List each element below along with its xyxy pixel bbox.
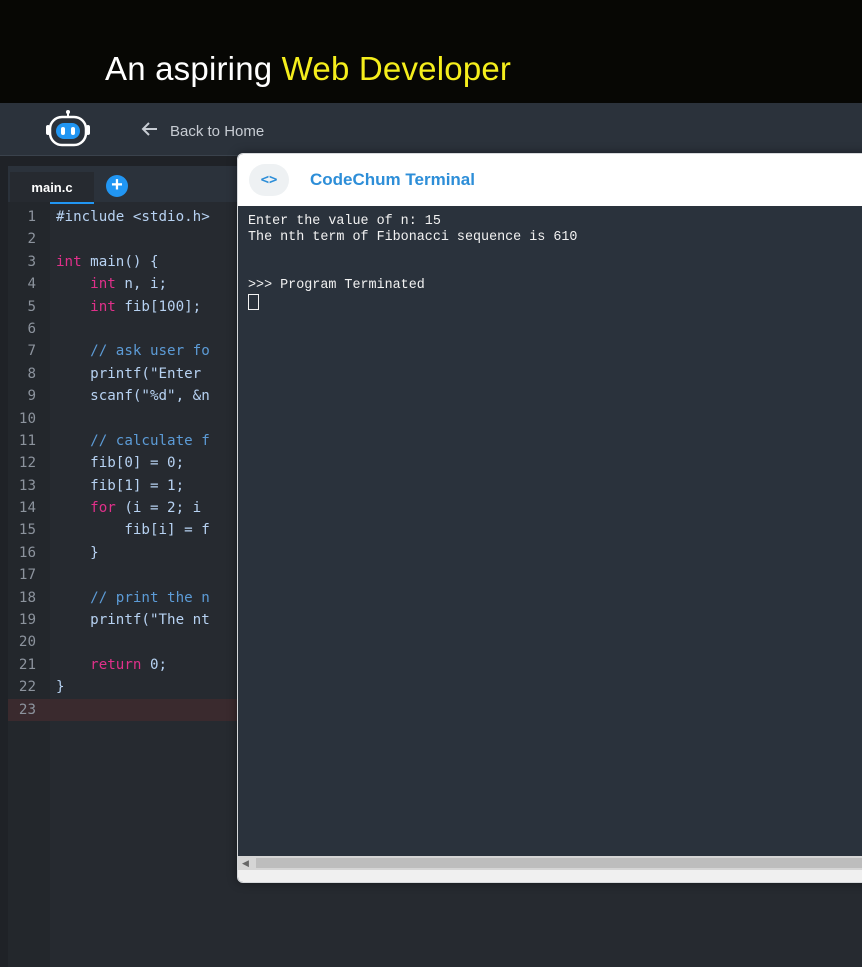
line-number: 9 (27, 388, 36, 405)
scrollbar-thumb[interactable] (256, 858, 862, 868)
code-text: printf("Enter (56, 365, 202, 382)
line-number: 7 (27, 343, 36, 360)
code-text: printf("The nt (56, 612, 210, 629)
code-text: int fib[100]; (90, 298, 202, 315)
code-text: int main() { (56, 253, 159, 270)
line-number: 11 (18, 432, 36, 449)
terminal-panel: <> CodeChum Terminal Enter the value of … (237, 153, 862, 883)
code-text: for (i = 2; i (90, 500, 202, 517)
terminal-output-line: Enter the value of n: 15 (248, 214, 441, 229)
code-text: } (56, 679, 65, 696)
line-number: 6 (27, 320, 36, 337)
line-number: 23 (18, 701, 36, 718)
headline-accent: Web Developer (281, 50, 512, 87)
line-number: 2 (27, 231, 36, 248)
code-text: #include <stdio.h> (56, 209, 210, 225)
code-text: return 0; (90, 656, 168, 673)
terminal-horizontal-scrollbar[interactable]: ◀ (238, 856, 862, 870)
terminal-title: CodeChum Terminal (310, 170, 475, 189)
arrow-left-icon (140, 119, 160, 143)
scroll-left-icon[interactable]: ◀ (242, 858, 249, 869)
terminal-output-line: The nth term of Fibonacci sequence is 61… (248, 230, 578, 245)
top-banner: An aspiring Web Developer (0, 0, 862, 103)
line-number: 20 (18, 634, 36, 651)
headline-prefix: An aspiring (105, 50, 273, 87)
code-text: int n, i; (90, 276, 168, 293)
line-number: 15 (18, 522, 36, 539)
line-number: 21 (18, 656, 36, 673)
back-to-home-label: Back to Home (170, 122, 265, 140)
line-number: 14 (18, 500, 36, 517)
code-text: } (56, 544, 99, 561)
line-number: 22 (18, 679, 36, 696)
line-number: 4 (27, 276, 36, 293)
line-number: 16 (18, 544, 36, 561)
app-header: Back to Home (0, 103, 862, 156)
line-number: 8 (27, 365, 36, 382)
code-text: // ask user fo (90, 343, 210, 360)
code-text: fib[i] = f (56, 522, 210, 539)
terminal-output[interactable]: Enter the value of n: 15 The nth term of… (248, 214, 577, 313)
line-number: 18 (18, 589, 36, 606)
terminal-header: <> CodeChum Terminal (238, 154, 862, 206)
banner-headline: An aspiring Web Developer (105, 50, 511, 88)
code-text: // print the n (90, 589, 210, 606)
terminal-output-line: >>> Program Terminated (248, 278, 425, 293)
code-text: // calculate f (90, 432, 210, 449)
back-to-home-link[interactable]: Back to Home (140, 119, 264, 143)
line-number: 13 (18, 477, 36, 494)
line-number: 5 (27, 298, 36, 315)
robot-logo-icon[interactable] (44, 109, 92, 149)
plus-icon[interactable]: + (106, 175, 128, 197)
line-number: 17 (18, 567, 36, 584)
terminal-cursor (248, 294, 259, 310)
line-number: 12 (18, 455, 36, 472)
tab-main-c[interactable]: main.c (10, 172, 94, 204)
line-number: 3 (27, 253, 36, 270)
code-brackets-icon[interactable]: <> (249, 164, 289, 196)
line-number: 19 (18, 612, 36, 629)
code-text: fib[1] = 1; (56, 477, 185, 494)
line-number: 1 (27, 209, 36, 225)
code-text: fib[0] = 0; (56, 455, 185, 472)
line-number: 10 (18, 410, 36, 427)
code-text: scanf("%d", &n (56, 388, 210, 405)
terminal-footer (238, 870, 862, 882)
